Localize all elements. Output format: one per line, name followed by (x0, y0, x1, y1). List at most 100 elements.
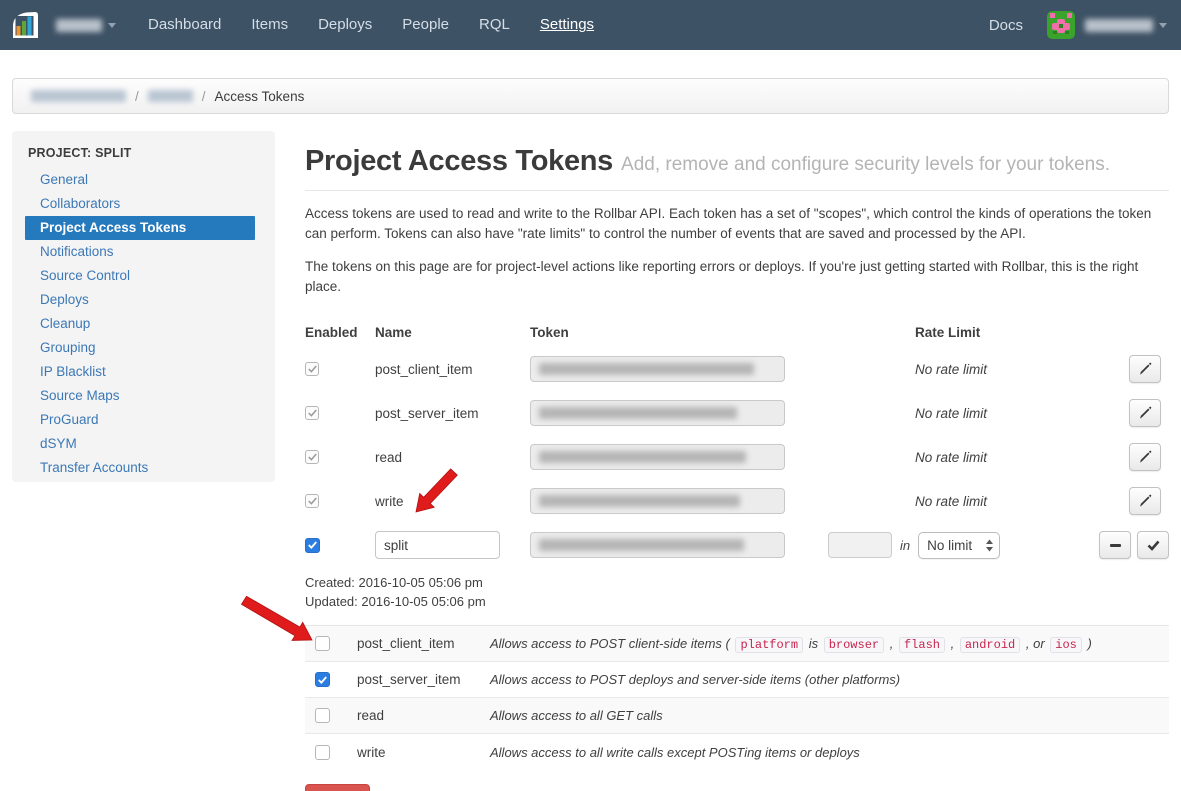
delete-button[interactable]: Delete (305, 784, 370, 791)
code-badge: flash (899, 637, 945, 653)
scope-name: write (357, 745, 490, 760)
code-badge: android (960, 637, 1020, 653)
nav-settings[interactable]: Settings (540, 16, 594, 33)
sidebar-item-transfer-accounts[interactable]: Transfer Accounts (12, 456, 275, 480)
enabled-checkbox[interactable] (305, 538, 320, 553)
edit-token-button[interactable] (1129, 355, 1161, 383)
nav-rql[interactable]: RQL (479, 16, 510, 33)
caret-down-icon (108, 23, 116, 28)
scope-name: read (357, 708, 490, 723)
redacted-token (539, 539, 744, 551)
rate-limit-value: No rate limit (915, 406, 1129, 421)
redacted-token (539, 363, 754, 375)
check-icon (1147, 540, 1160, 551)
col-name: Name (375, 325, 530, 340)
scope-checkbox[interactable] (315, 636, 330, 651)
redacted-project-crumb[interactable] (148, 90, 193, 102)
scope-checkbox[interactable] (315, 708, 330, 723)
scope-row-post-client-item: post_client_item Allows access to POST c… (305, 626, 1169, 662)
rate-limit-input[interactable] (828, 532, 892, 558)
sidebar-item-grouping[interactable]: Grouping (12, 336, 275, 360)
settings-sidebar: PROJECT: SPLIT General Collaborators Pro… (12, 131, 275, 482)
token-row: write No rate limit (305, 479, 1169, 523)
token-value-field (530, 488, 785, 514)
intro-text: Access tokens are used to read and write… (305, 204, 1169, 297)
top-nav: Dashboard Items Deploys People RQL Setti… (0, 0, 1181, 50)
scope-checkbox[interactable] (315, 672, 330, 687)
sidebar-item-ip-blacklist[interactable]: IP Blacklist (12, 360, 275, 384)
code-badge: platform (735, 637, 803, 653)
col-token: Token (530, 325, 915, 340)
remove-token-button[interactable] (1099, 531, 1131, 559)
col-enabled: Enabled (305, 325, 375, 340)
code-badge: ios (1050, 637, 1082, 653)
enabled-checkbox (305, 450, 319, 464)
edit-token-button[interactable] (1129, 399, 1161, 427)
rate-limit-value: No rate limit (915, 450, 1129, 465)
redacted-token (539, 407, 737, 419)
nav-right: Docs (989, 11, 1167, 39)
scopes-list: post_client_item Allows access to POST c… (305, 626, 1169, 770)
sidebar-item-notifications[interactable]: Notifications (12, 240, 275, 264)
nav-items[interactable]: Items (251, 16, 288, 33)
sidebar-item-collaborators[interactable]: Collaborators (12, 192, 275, 216)
nav-dashboard[interactable]: Dashboard (148, 16, 221, 33)
scope-description: Allows access to all GET calls (490, 708, 1169, 723)
sidebar-item-deploys[interactable]: Deploys (12, 288, 275, 312)
pencil-icon (1138, 450, 1152, 464)
intro-paragraph: The tokens on this page are for project-… (305, 257, 1169, 297)
in-label: in (900, 538, 910, 553)
caret-down-icon (1159, 23, 1167, 28)
redacted-token (539, 451, 746, 463)
user-avatar[interactable] (1047, 11, 1075, 39)
sidebar-item-cleanup[interactable]: Cleanup (12, 312, 275, 336)
edit-token-button[interactable] (1129, 443, 1161, 471)
breadcrumb-separator: / (135, 89, 139, 104)
rollbar-logo-icon[interactable] (10, 10, 40, 40)
breadcrumb-separator: / (202, 89, 206, 104)
rate-limit-unit-select[interactable]: No limit (918, 532, 1000, 559)
redacted-account-crumb[interactable] (31, 90, 126, 102)
token-name: post_client_item (375, 362, 530, 377)
token-row: post_client_item No rate limit (305, 347, 1169, 391)
scope-name: post_client_item (357, 636, 490, 651)
nav-links: Dashboard Items Deploys People RQL Setti… (148, 16, 624, 34)
select-value: No limit (927, 538, 972, 553)
pencil-icon (1138, 494, 1152, 508)
select-spinner-icon (985, 539, 994, 552)
save-token-button[interactable] (1137, 531, 1169, 559)
created-at: Created: 2016-10-05 05:06 pm (305, 573, 1169, 592)
token-value-field (530, 356, 785, 382)
page-title: Project Access TokensAdd, remove and con… (305, 145, 1169, 178)
nav-docs[interactable]: Docs (989, 17, 1023, 34)
sidebar-item-proguard[interactable]: ProGuard (12, 408, 275, 432)
redacted-project-name (56, 19, 102, 32)
token-name-input[interactable] (375, 531, 500, 559)
main-panel: Project Access TokensAdd, remove and con… (305, 131, 1169, 791)
tokens-table: Enabled Name Token Rate Limit post_clien… (305, 317, 1169, 567)
nav-deploys[interactable]: Deploys (318, 16, 372, 33)
token-row: post_server_item No rate limit (305, 391, 1169, 435)
project-switcher[interactable] (56, 19, 116, 32)
minus-icon (1110, 544, 1121, 547)
sidebar-item-source-maps[interactable]: Source Maps (12, 384, 275, 408)
intro-paragraph: Access tokens are used to read and write… (305, 204, 1169, 244)
check-icon (308, 541, 317, 549)
sidebar-item-project-access-tokens[interactable]: Project Access Tokens (25, 216, 255, 240)
pencil-icon (1138, 362, 1152, 376)
token-value-field (530, 532, 785, 558)
nav-people[interactable]: People (402, 16, 449, 33)
sidebar-item-dsym[interactable]: dSYM (12, 432, 275, 456)
enabled-checkbox (305, 406, 319, 420)
sidebar-item-general[interactable]: General (12, 168, 275, 192)
scope-name: post_server_item (357, 672, 490, 687)
user-menu[interactable] (1085, 19, 1167, 32)
divider (305, 190, 1169, 191)
sidebar-item-source-control[interactable]: Source Control (12, 264, 275, 288)
redacted-username (1085, 19, 1153, 32)
content: PROJECT: SPLIT General Collaborators Pro… (0, 131, 1181, 791)
scope-checkbox[interactable] (315, 745, 330, 760)
check-icon (318, 676, 327, 684)
edit-token-button[interactable] (1129, 487, 1161, 515)
sidebar-heading: PROJECT: SPLIT (12, 146, 275, 160)
